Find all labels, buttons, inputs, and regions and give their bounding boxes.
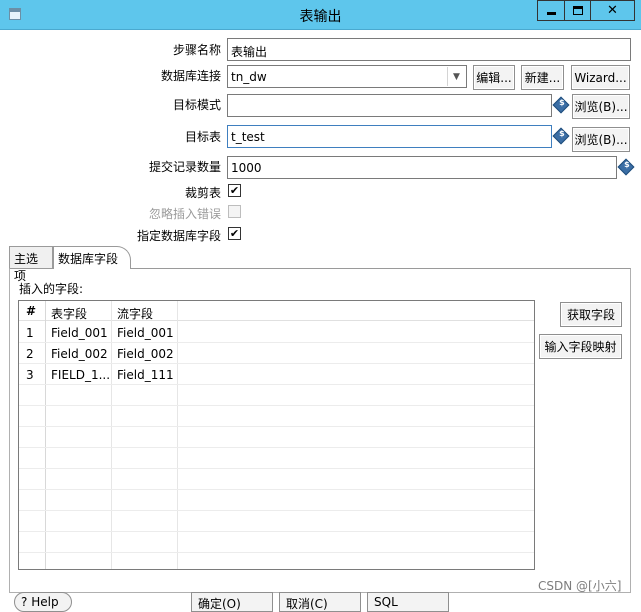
connection-value: tn_dw [231,70,267,84]
target-table-input[interactable]: t_test [227,125,552,148]
ignore-errors-label: 忽略插入错误 [148,207,221,221]
specify-db-fields-checkbox[interactable]: ✔ [228,227,241,240]
stream-field-cell[interactable]: Field_002 [117,347,177,361]
browse-schema-button[interactable]: 浏览(B)... [572,94,630,119]
fields-heading: 插入的字段: [19,282,84,296]
tab-database-fields[interactable]: 数据库字段 [53,246,131,269]
table-header [19,301,534,321]
wizard-button[interactable]: Wizard... [571,65,630,90]
cancel-button[interactable]: 取消(C) [279,592,361,612]
fields-table[interactable]: # 表字段 流字段 1 Field_001 Field_001 2 Field_… [18,300,535,570]
specify-db-fields-label: 指定数据库字段 [136,229,221,243]
sql-button[interactable]: SQL [367,592,449,612]
row-number: 3 [26,368,34,382]
minimize-button[interactable] [537,0,564,21]
table-field-cell[interactable]: Field_002 [51,347,111,361]
commit-size-label: 提交记录数量 [148,160,221,174]
row-number: 2 [26,347,34,361]
target-table-label: 目标表 [184,130,221,144]
connection-select[interactable]: tn_dw ▼ [227,65,467,88]
browse-table-button[interactable]: 浏览(B)... [572,127,630,152]
truncate-table-label: 裁剪表 [184,186,221,200]
step-name-label: 步骤名称 [172,43,221,57]
ok-button[interactable]: 确定(O) [191,592,273,612]
title-bar: 表输出 ✕ [0,0,641,30]
chevron-down-icon[interactable]: ▼ [447,67,465,86]
variable-icon[interactable]: $ [552,127,570,145]
table-field-cell[interactable]: Field_001 [51,326,111,340]
column-header-stream-field[interactable]: 流字段 [117,305,153,322]
ignore-errors-checkbox[interactable] [228,205,241,218]
help-button[interactable]: ? Help [14,592,72,612]
maximize-icon [572,6,583,15]
help-icon: ? [21,595,28,609]
row-number: 1 [26,326,34,340]
new-connection-button[interactable]: 新建... [521,65,564,90]
minimize-icon [546,12,556,15]
step-name-input[interactable]: 表输出 [227,38,631,61]
variable-icon[interactable]: $ [617,158,635,176]
stream-field-cell[interactable]: Field_001 [117,326,177,340]
target-schema-input[interactable] [227,94,552,117]
help-label: Help [31,595,59,609]
column-header-number[interactable]: # [26,304,36,318]
target-schema-label: 目标模式 [172,98,221,112]
maximize-button[interactable] [564,0,591,21]
close-icon: ✕ [607,3,618,18]
input-field-mapping-button[interactable]: 输入字段映射 [539,334,622,359]
edit-connection-button[interactable]: 编辑... [473,65,515,90]
tab-bar: 主选项 数据库字段 [9,246,631,283]
watermark-text: CSDN @[小六] [538,579,622,593]
truncate-table-checkbox[interactable]: ✔ [228,184,241,197]
table-field-cell[interactable]: FIELD_1... [51,368,111,382]
stream-field-cell[interactable]: Field_111 [117,368,177,382]
column-header-table-field[interactable]: 表字段 [51,305,87,322]
connection-label: 数据库连接 [160,69,221,83]
get-fields-button[interactable]: 获取字段 [560,302,622,327]
variable-icon[interactable]: $ [552,96,570,114]
tab-main-options[interactable]: 主选项 [9,246,53,283]
close-button[interactable]: ✕ [591,0,635,21]
commit-size-input[interactable]: 1000 [227,156,617,179]
